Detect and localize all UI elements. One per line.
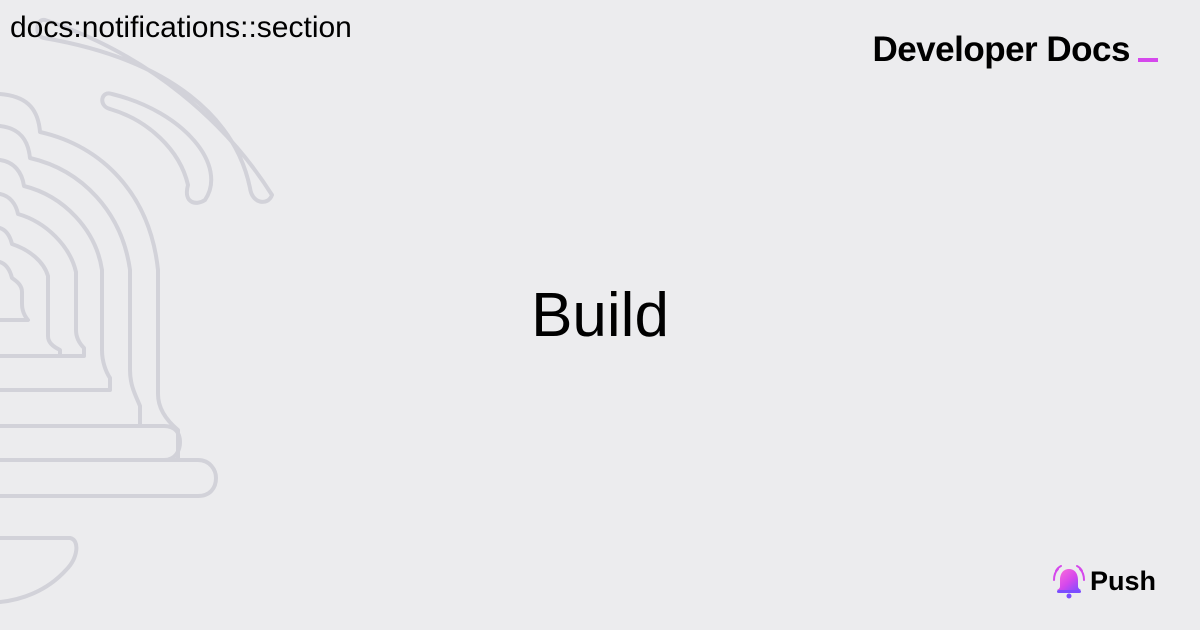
push-logo: Push <box>1052 562 1156 600</box>
brand-cursor-accent <box>1138 58 1158 62</box>
brand-title: Developer Docs <box>872 30 1130 69</box>
logo-text: Push <box>1089 566 1156 596</box>
bell-icon <box>1052 565 1085 599</box>
page-title: Build <box>531 281 669 350</box>
section-label: docs:notifications::section <box>10 11 352 44</box>
brand-header: Developer Docs <box>872 30 1158 70</box>
